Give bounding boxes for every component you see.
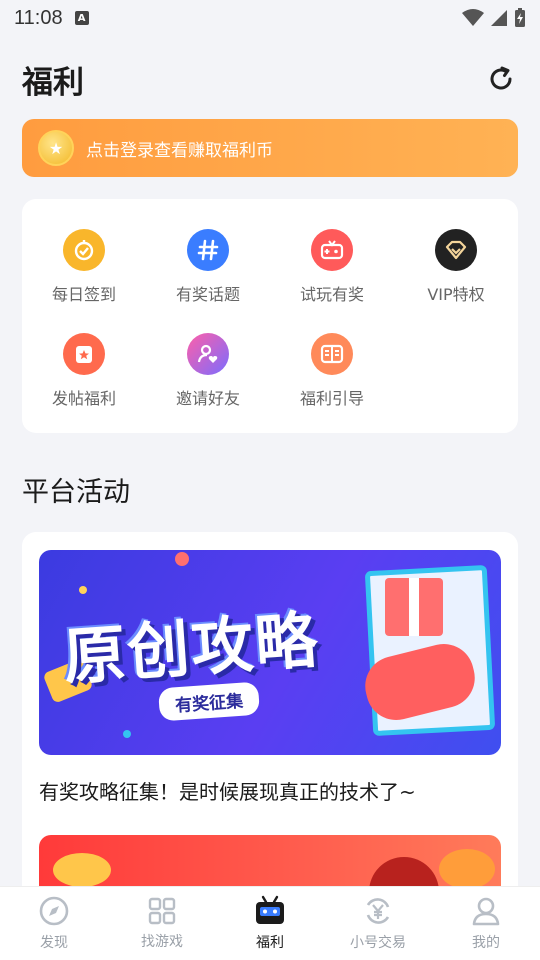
page-title: 福利 bbox=[22, 64, 84, 101]
activity-title[interactable]: 有奖攻略征集！是时候展现真正的技术了~ bbox=[39, 776, 416, 805]
entry-vip[interactable]: VIP特权 bbox=[394, 229, 518, 305]
post-icon bbox=[63, 333, 105, 375]
entry-invite-friends[interactable]: 邀请好友 bbox=[146, 333, 270, 409]
decor-blob bbox=[439, 849, 495, 889]
gamepad-icon bbox=[311, 229, 353, 271]
decor-dot bbox=[79, 586, 87, 594]
entry-label: 试玩有奖 bbox=[299, 285, 364, 304]
login-banner[interactable]: ★ 点击登录查看赚取福利币 bbox=[22, 119, 518, 177]
tab-label: 找游戏 bbox=[141, 934, 183, 950]
tab-mine[interactable]: 我的 bbox=[432, 887, 540, 960]
trade-icon bbox=[366, 898, 390, 924]
tab-label: 发现 bbox=[40, 935, 68, 951]
entry-daily-checkin[interactable]: 每日签到 bbox=[22, 229, 146, 305]
app-notification-icon: A bbox=[74, 11, 89, 25]
tab-find-games[interactable]: 找游戏 bbox=[108, 887, 216, 960]
wifi-icon bbox=[462, 9, 484, 26]
page-header: 福利 bbox=[0, 44, 540, 114]
activity-poster[interactable]: 原创攻略 有奖征集 bbox=[39, 550, 501, 755]
person-icon bbox=[472, 897, 500, 926]
coin-icon: ★ bbox=[38, 130, 74, 166]
guide-book-icon bbox=[311, 333, 353, 375]
hashtag-icon bbox=[187, 229, 229, 271]
decor-dot bbox=[175, 552, 189, 566]
grid-icon bbox=[148, 897, 176, 925]
entry-post-reward[interactable]: 发帖福利 bbox=[22, 333, 146, 409]
refresh-button[interactable] bbox=[484, 62, 518, 96]
robot-icon bbox=[256, 895, 284, 924]
status-time: 11:08 bbox=[14, 6, 63, 29]
entry-label: 有奖话题 bbox=[175, 285, 240, 304]
tab-label: 小号交易 bbox=[350, 935, 406, 951]
section-title: 平台活动 bbox=[22, 477, 130, 508]
tab-account-trade[interactable]: 小号交易 bbox=[324, 887, 432, 960]
status-icons bbox=[462, 8, 526, 28]
poster-headline: 原创攻略 bbox=[61, 603, 322, 694]
refresh-icon bbox=[490, 66, 512, 90]
compass-icon bbox=[39, 896, 69, 926]
tab-welfare[interactable]: 福利 bbox=[216, 887, 324, 960]
entry-label: 邀请好友 bbox=[175, 389, 240, 408]
entry-label: 发帖福利 bbox=[51, 389, 116, 408]
battery-icon bbox=[515, 8, 525, 27]
invite-icon bbox=[187, 333, 229, 375]
tab-discover[interactable]: 发现 bbox=[0, 887, 108, 960]
diamond-icon bbox=[435, 229, 477, 271]
bottom-tab-bar: 发现 找游戏 福利 小号交易 我的 bbox=[0, 886, 540, 960]
entry-guide[interactable]: 福利引导 bbox=[270, 333, 394, 409]
decor-dot bbox=[123, 730, 131, 738]
poster-subtitle: 有奖征集 bbox=[157, 681, 261, 722]
entry-label: 福利引导 bbox=[299, 389, 364, 408]
check-in-icon bbox=[63, 229, 105, 271]
entry-trial-play[interactable]: 试玩有奖 bbox=[270, 229, 394, 305]
entry-topics[interactable]: 有奖话题 bbox=[146, 229, 270, 305]
tab-label: 福利 bbox=[256, 935, 284, 951]
status-bar: 11:08 A bbox=[0, 0, 540, 36]
decor-gold-ingot bbox=[53, 853, 111, 887]
gift-icon bbox=[385, 578, 443, 636]
signal-icon bbox=[491, 10, 507, 26]
entry-label: VIP特权 bbox=[427, 285, 485, 304]
entry-label: 每日签到 bbox=[51, 285, 116, 304]
quick-entries-card: 每日签到 有奖话题 试玩有奖 VIP特权 发帖福利 邀请好友 福利引导 bbox=[22, 199, 518, 433]
tab-label: 我的 bbox=[472, 935, 500, 951]
login-banner-text: 点击登录查看赚取福利币 bbox=[86, 140, 273, 161]
